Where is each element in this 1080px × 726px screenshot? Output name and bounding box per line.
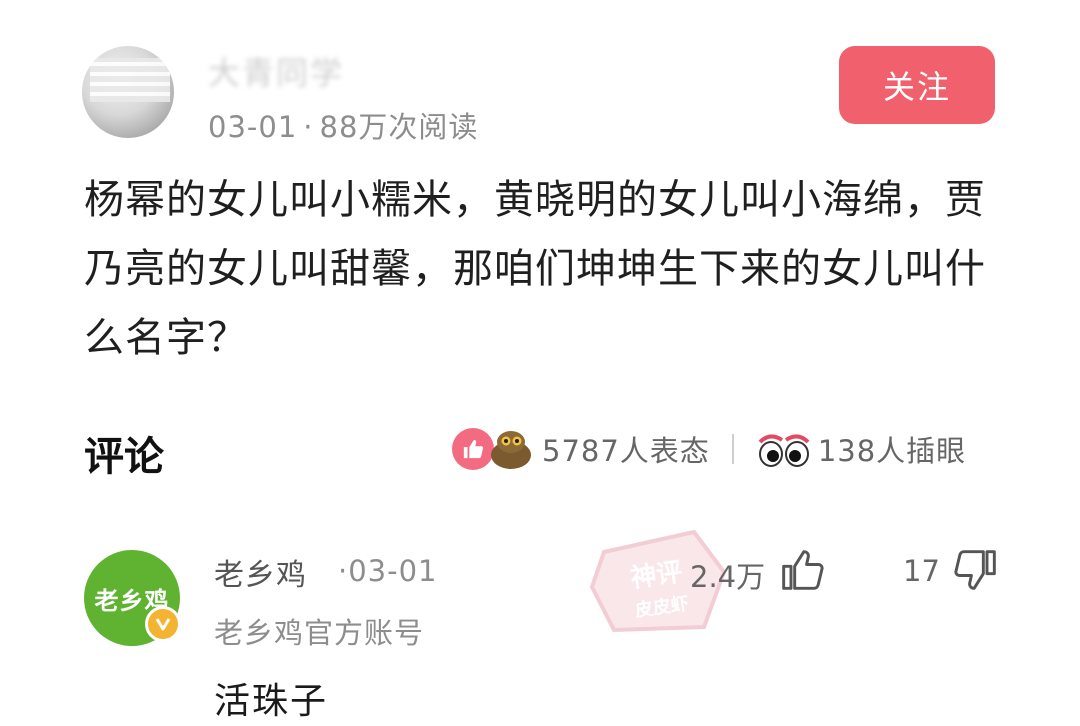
stats-divider [731, 434, 734, 464]
eyes-icon [758, 434, 810, 467]
dislike-count: 17 [903, 554, 940, 588]
thumbs-down-icon[interactable] [954, 548, 998, 592]
thumbs-up-icon[interactable] [780, 548, 824, 592]
author-name[interactable]: 大青同学 [208, 48, 344, 94]
reaction-count: 5787人表态 [542, 434, 710, 468]
face-emoji-icon [491, 431, 531, 469]
post-body: 杨幂的女儿叫小糯米，黄晓明的女儿叫小海绵，贾乃亮的女儿叫甜馨，那咱们坤坤生下来的… [84, 177, 986, 361]
like-count: 2.4万 [690, 560, 766, 594]
comment-date: ·03-01 [338, 554, 438, 588]
post-meta: 03-01 · 88万次阅读 [208, 110, 479, 144]
insert-eye-count: 138人插眼 [817, 434, 967, 468]
comment-date-value: 03-01 [348, 554, 438, 588]
author-avatar[interactable] [82, 46, 174, 138]
reaction-stats[interactable]: 5787人表态 138人插眼 [452, 424, 966, 474]
commenter-description: 老乡鸡官方账号 [214, 616, 425, 650]
post-date: 03-01 [208, 110, 298, 144]
verified-icon [145, 606, 181, 642]
comments-title: 评论 [84, 434, 164, 480]
comment-text: 活珠子 [214, 681, 329, 722]
post-views: 88万次阅读 [319, 110, 479, 144]
commenter-name[interactable]: 老乡鸡 [214, 550, 307, 594]
follow-button[interactable]: 关注 [839, 46, 995, 124]
